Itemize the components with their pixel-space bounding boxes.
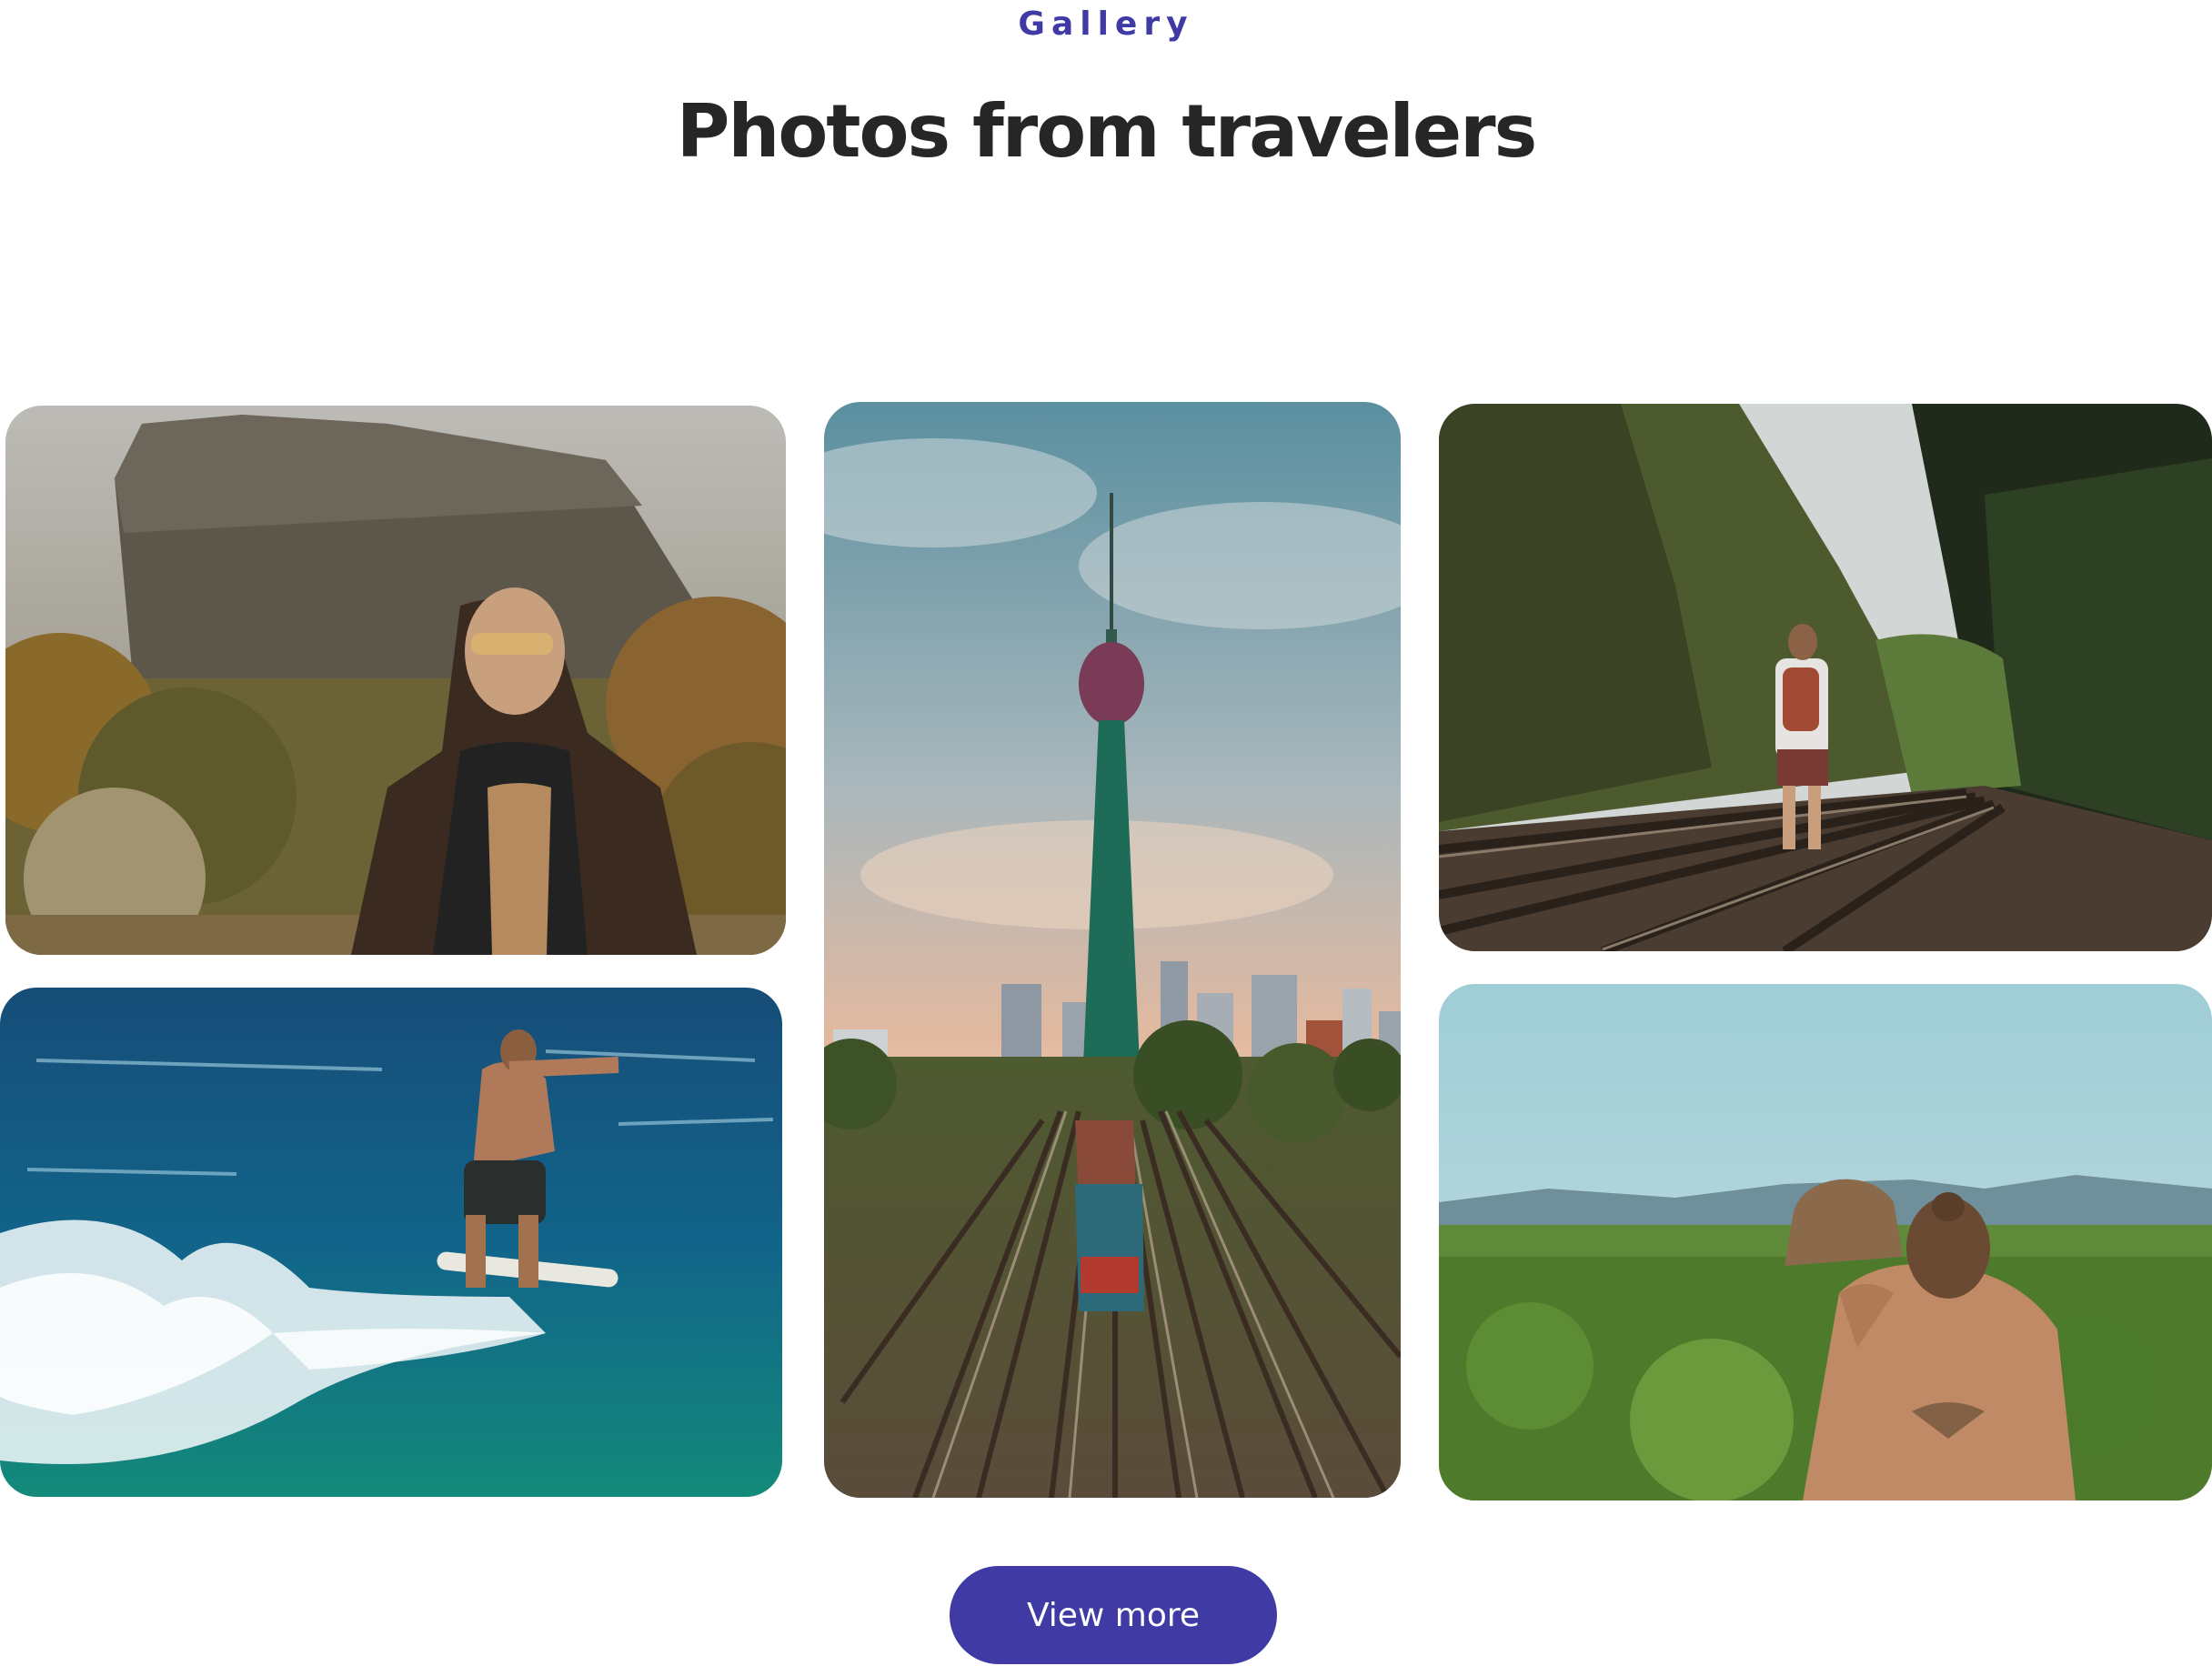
gallery-photo-railway-hiker[interactable] — [1439, 404, 2212, 951]
surfer-wave-image — [0, 988, 782, 1497]
view-more-button[interactable]: View more — [950, 1566, 1277, 1664]
rock-fortress-image — [5, 406, 786, 955]
gallery-photo-city-tower[interactable] — [824, 402, 1401, 1498]
section-title: Photos from travelers — [676, 89, 1537, 174]
city-tower-image — [824, 402, 1401, 1498]
valley-viewpoint-image — [1439, 984, 2212, 1500]
gallery-photo-rock-fortress[interactable] — [5, 406, 786, 955]
railway-hiker-image — [1439, 404, 2212, 951]
gallery-photo-valley-viewpoint[interactable] — [1439, 984, 2212, 1500]
gallery-photo-surfer[interactable] — [0, 988, 782, 1497]
section-eyebrow: Gallery — [1018, 5, 1194, 43]
